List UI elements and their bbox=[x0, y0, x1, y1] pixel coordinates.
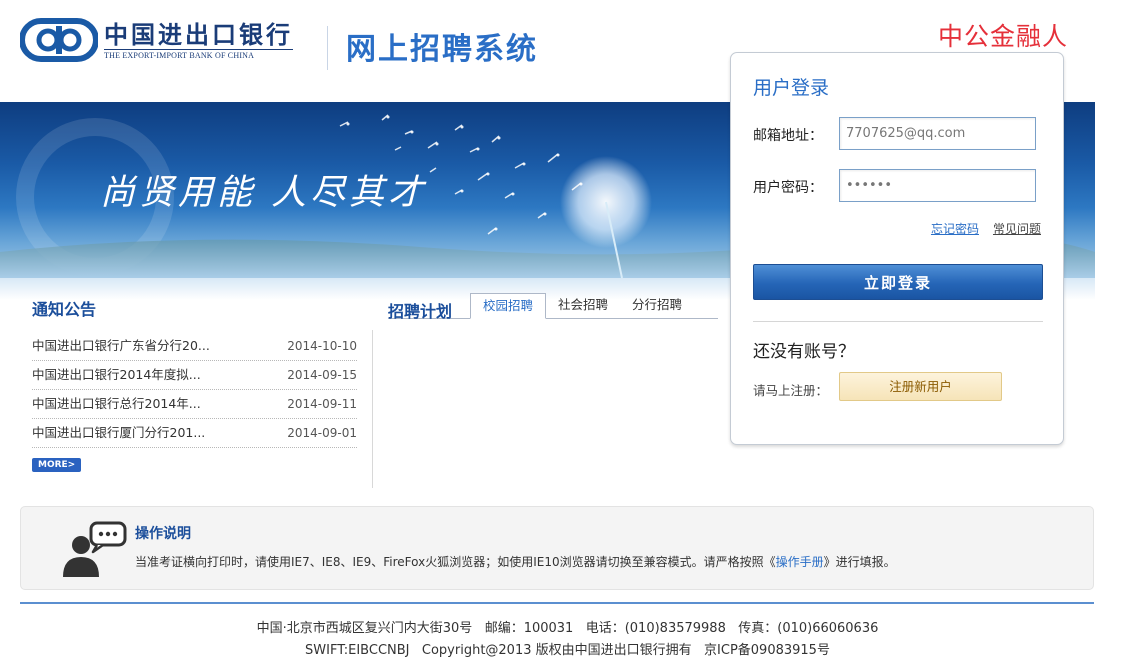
recruitment-tabs: 校园招聘 社会招聘 分行招聘 bbox=[470, 293, 694, 319]
email-field[interactable] bbox=[839, 117, 1036, 150]
password-label: 用户密码： bbox=[753, 180, 823, 196]
instructions-box: 操作说明 当准考证横向打印时，请使用IE7、IE8、IE9、FireFox火狐浏… bbox=[20, 506, 1094, 590]
system-title: 网上招聘系统 bbox=[346, 32, 538, 67]
bank-logo-mark-icon bbox=[19, 18, 99, 62]
tab-campus[interactable]: 校园招聘 bbox=[470, 293, 547, 319]
instructions-text-before: 当准考证横向打印时，请使用IE7、IE8、IE9、FireFox火狐浏览器；如使… bbox=[135, 555, 776, 569]
instructions-title: 操作说明 bbox=[135, 526, 191, 542]
notice-date: 2014-09-11 bbox=[287, 397, 357, 411]
header-divider bbox=[327, 26, 328, 70]
notice-title[interactable]: 中国进出口银行总行2014年... bbox=[32, 390, 201, 418]
register-hint: 请马上注册： bbox=[753, 383, 829, 398]
notice-list: 中国进出口银行广东省分行20... 2014-10-10 中国进出口银行2014… bbox=[32, 332, 357, 448]
instructions-text: 当准考证横向打印时，请使用IE7、IE8、IE9、FireFox火狐浏览器；如使… bbox=[135, 553, 896, 570]
password-field[interactable] bbox=[839, 169, 1036, 202]
footer-copyright: SWIFT:EIBCCNBJ Copyright@2013 版权由中国进出口银行… bbox=[305, 643, 830, 658]
bank-name-cn: 中国进出口银行 bbox=[104, 19, 293, 49]
tab-branch[interactable]: 分行招聘 bbox=[620, 293, 694, 319]
column-divider bbox=[372, 330, 373, 488]
notice-date: 2014-09-15 bbox=[287, 368, 357, 382]
notice-title[interactable]: 中国进出口银行厦门分行201... bbox=[32, 419, 205, 447]
site-footer: 中国·北京市西城区复兴门内大街30号 邮编：100031 电话：(010)835… bbox=[0, 618, 1135, 662]
list-item[interactable]: 中国进出口银行广东省分行20... 2014-10-10 bbox=[32, 332, 357, 361]
notice-date: 2014-10-10 bbox=[287, 339, 357, 353]
more-notices-button[interactable]: MORE> bbox=[32, 458, 82, 472]
recruitment-plan: 招聘计划 校园招聘 社会招聘 分行招聘 bbox=[388, 293, 718, 321]
login-links: 忘记密码 常见问题 bbox=[931, 220, 1041, 237]
manual-link[interactable]: 操作手册 bbox=[776, 555, 824, 569]
faq-link[interactable]: 常见问题 bbox=[993, 220, 1041, 237]
banner-slogan: 尚贤用能 人尽其才 bbox=[100, 173, 428, 213]
no-account-heading: 还没有账号？ bbox=[753, 342, 855, 362]
bank-logo[interactable]: 中国进出口银行 THE EXPORT-IMPORT BANK OF CHINA bbox=[19, 18, 293, 62]
email-label: 邮箱地址： bbox=[753, 128, 823, 144]
login-divider bbox=[753, 321, 1043, 322]
login-panel: 用户登录 邮箱地址： 用户密码： 忘记密码 常见问题 立即登录 还没有账号？ 请… bbox=[730, 52, 1064, 445]
footer-divider bbox=[20, 602, 1094, 604]
notice-title[interactable]: 中国进出口银行2014年度拟... bbox=[32, 361, 201, 389]
bank-name-en: THE EXPORT-IMPORT BANK OF CHINA bbox=[104, 48, 293, 60]
list-item[interactable]: 中国进出口银行2014年度拟... 2014-09-15 bbox=[32, 361, 357, 390]
login-button[interactable]: 立即登录 bbox=[753, 264, 1043, 300]
register-button[interactable]: 注册新用户 bbox=[839, 372, 1002, 401]
list-item[interactable]: 中国进出口银行总行2014年... 2014-09-11 bbox=[32, 390, 357, 419]
notice-date: 2014-09-01 bbox=[287, 426, 357, 440]
instructions-text-after: 》进行填报。 bbox=[823, 555, 896, 569]
list-item[interactable]: 中国进出口银行厦门分行201... 2014-09-01 bbox=[32, 419, 357, 448]
notice-board-title: 通知公告 bbox=[32, 300, 97, 319]
forgot-password-link[interactable]: 忘记密码 bbox=[931, 220, 979, 237]
notice-board: 通知公告 中国进出口银行广东省分行20... 2014-10-10 中国进出口银… bbox=[32, 296, 357, 472]
recruitment-plan-title: 招聘计划 bbox=[388, 302, 453, 321]
login-title: 用户登录 bbox=[753, 77, 830, 99]
notice-title[interactable]: 中国进出口银行广东省分行20... bbox=[32, 332, 210, 360]
support-chat-icon bbox=[61, 519, 127, 582]
tab-social[interactable]: 社会招聘 bbox=[546, 293, 620, 319]
footer-address: 中国·北京市西城区复兴门内大街30号 邮编：100031 电话：(010)835… bbox=[256, 621, 879, 636]
watermark-text: 中公金融人 bbox=[938, 22, 1069, 51]
